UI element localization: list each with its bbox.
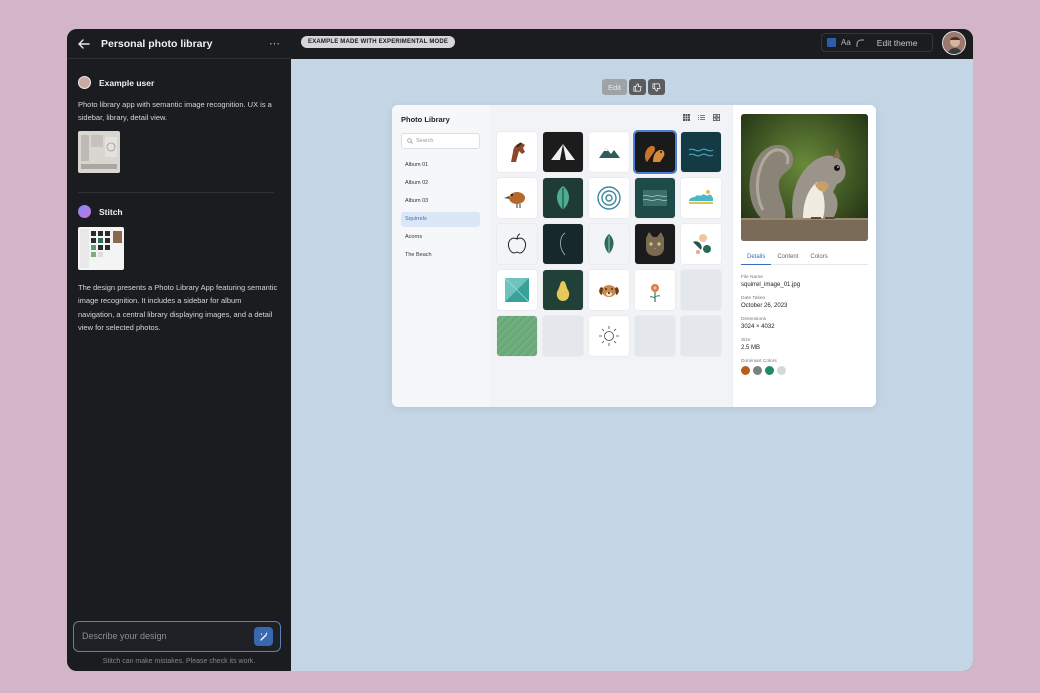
edit-button[interactable]: Edit — [602, 79, 627, 95]
message-divider — [78, 192, 274, 193]
user-message-text: Photo library app with semantic image re… — [78, 100, 272, 123]
grid-view-icon[interactable] — [683, 114, 690, 123]
album-item-active[interactable]: Squirrels — [401, 212, 480, 227]
edit-theme-button[interactable]: Edit theme — [877, 38, 918, 48]
photo-library-mockup: Photo Library Search Album 01 Album 02 A… — [392, 105, 876, 407]
album-item[interactable]: Album 03 — [401, 194, 480, 209]
color-dot[interactable] — [777, 366, 786, 375]
theme-controls[interactable]: Aa Edit theme — [821, 33, 933, 52]
date-taken-value: October 26, 2023 — [741, 303, 788, 309]
user-attachment-thumbnail[interactable] — [78, 130, 120, 173]
chat-sidebar: Personal photo library ⋯ Example user Ph… — [67, 29, 291, 671]
user-message: Example user Photo library app with sema… — [78, 76, 278, 178]
teal-gradient-photo-tile[interactable] — [497, 270, 537, 310]
stripes-photo-tile[interactable] — [497, 316, 537, 356]
mountains-photo-tile[interactable] — [589, 132, 629, 172]
detail-tabs: Details Content Colors — [741, 251, 868, 265]
color-swatch[interactable] — [827, 38, 836, 47]
magic-wand-icon — [259, 632, 267, 641]
horse-photo-tile[interactable] — [497, 132, 537, 172]
more-options-icon[interactable]: ⋯ — [269, 37, 281, 50]
thumbs-down-icon[interactable] — [648, 79, 665, 95]
photo-detail-panel: Details Content Colors File Name squirre… — [732, 105, 876, 407]
empty-photo-tile[interactable] — [681, 316, 721, 356]
size-label: Size — [741, 338, 751, 343]
album-item[interactable]: Album 02 — [401, 176, 480, 191]
dog-photo-tile[interactable] — [589, 270, 629, 310]
sun-photo-tile[interactable] — [589, 316, 629, 356]
waves-photo-tile[interactable] — [681, 132, 721, 172]
color-dot[interactable] — [765, 366, 774, 375]
album-item[interactable]: The Beach — [401, 248, 480, 263]
empty-photo-tile[interactable] — [681, 270, 721, 310]
account-avatar[interactable] — [942, 31, 966, 55]
size-value: 2.5 MB — [741, 345, 761, 351]
prompt-input[interactable] — [82, 631, 242, 641]
font-selector[interactable]: Aa — [841, 38, 851, 47]
bird-photo-tile[interactable] — [497, 178, 537, 218]
experimental-mode-badge: EXAMPLE MADE WITH EXPERIMENTAL MODE — [301, 36, 456, 48]
empty-photo-tile[interactable] — [543, 316, 583, 356]
tab-content[interactable]: Content — [771, 251, 804, 265]
date-taken-label: Date Taken — [741, 296, 766, 301]
assistant-name: Stitch — [99, 206, 123, 217]
color-dot[interactable] — [753, 366, 762, 375]
abstract-shapes-photo-tile[interactable] — [681, 224, 721, 264]
list-view-icon[interactable] — [698, 114, 705, 123]
color-dot[interactable] — [741, 366, 750, 375]
file-name-value: squirrel_image_01.jpg — [741, 282, 801, 288]
search-icon — [407, 138, 413, 144]
album-list: Album 01 Album 02 Album 03 Squirrels Aco… — [401, 158, 480, 266]
stitch-logo-icon — [78, 205, 91, 218]
prompt-input-box — [73, 621, 281, 652]
sidebar-header: Personal photo library ⋯ — [67, 29, 291, 59]
tab-colors[interactable]: Colors — [804, 251, 833, 265]
crescent-photo-tile[interactable] — [543, 224, 583, 264]
library-search[interactable]: Search — [401, 133, 480, 149]
water-waves-photo-tile[interactable] — [635, 178, 675, 218]
dimensions-label: Dimensions — [741, 317, 767, 322]
app-window: Personal photo library ⋯ Example user Ph… — [67, 29, 973, 671]
generate-button[interactable] — [254, 627, 273, 646]
pear-photo-tile[interactable] — [543, 270, 583, 310]
corner-radius-icon[interactable] — [855, 38, 865, 48]
dominant-colors-label: Dominant Colors — [741, 359, 777, 364]
flower-photo-tile[interactable] — [635, 270, 675, 310]
design-canvas: Edit Photo Library Search Album 01 Album… — [291, 59, 973, 671]
tab-details[interactable]: Details — [741, 251, 772, 265]
thumbs-up-icon[interactable] — [629, 79, 646, 95]
cat-photo-tile[interactable] — [635, 224, 675, 264]
leaf-green-photo-tile[interactable] — [543, 178, 583, 218]
leaf-white-photo-tile[interactable] — [589, 224, 629, 264]
file-name-label: File Name — [741, 275, 763, 280]
tent-photo-tile[interactable] — [543, 132, 583, 172]
large-grid-icon[interactable] — [713, 114, 720, 123]
photo-grid — [497, 132, 721, 356]
user-avatar — [78, 76, 91, 89]
disclaimer-text: Stitch can make mistakes. Please check i… — [102, 658, 256, 665]
assistant-message: Stitch The design presents a Photo Libra… — [78, 205, 278, 334]
selected-squirrel-photo — [741, 114, 868, 241]
library-sidebar: Photo Library Search Album 01 Album 02 A… — [392, 105, 489, 407]
apple-photo-tile[interactable] — [497, 224, 537, 264]
back-arrow-icon[interactable] — [77, 37, 91, 51]
photo-grid-area — [489, 105, 732, 407]
photo-metadata: File Name squirrel_image_01.jpg Date Tak… — [741, 275, 800, 375]
album-item[interactable]: Acorns — [401, 230, 480, 245]
album-item[interactable]: Album 01 — [401, 158, 480, 173]
feedback-toolbar: Edit — [602, 79, 665, 95]
squirrel-photo-tile[interactable] — [635, 132, 675, 172]
assistant-message-text: The design presents a Photo Library App … — [78, 283, 278, 332]
dimensions-value: 3024 × 4032 — [741, 324, 775, 330]
empty-photo-tile[interactable] — [635, 316, 675, 356]
spiral-photo-tile[interactable] — [589, 178, 629, 218]
project-title: Personal photo library — [101, 37, 213, 50]
landscape-photo-tile[interactable] — [681, 178, 721, 218]
search-placeholder: Search — [416, 138, 434, 144]
top-bar: EXAMPLE MADE WITH EXPERIMENTAL MODE Aa E… — [291, 29, 973, 59]
library-title: Photo Library — [401, 115, 450, 124]
design-preview-thumbnail[interactable] — [78, 227, 124, 270]
dominant-colors — [741, 366, 800, 375]
user-name: Example user — [99, 77, 155, 88]
